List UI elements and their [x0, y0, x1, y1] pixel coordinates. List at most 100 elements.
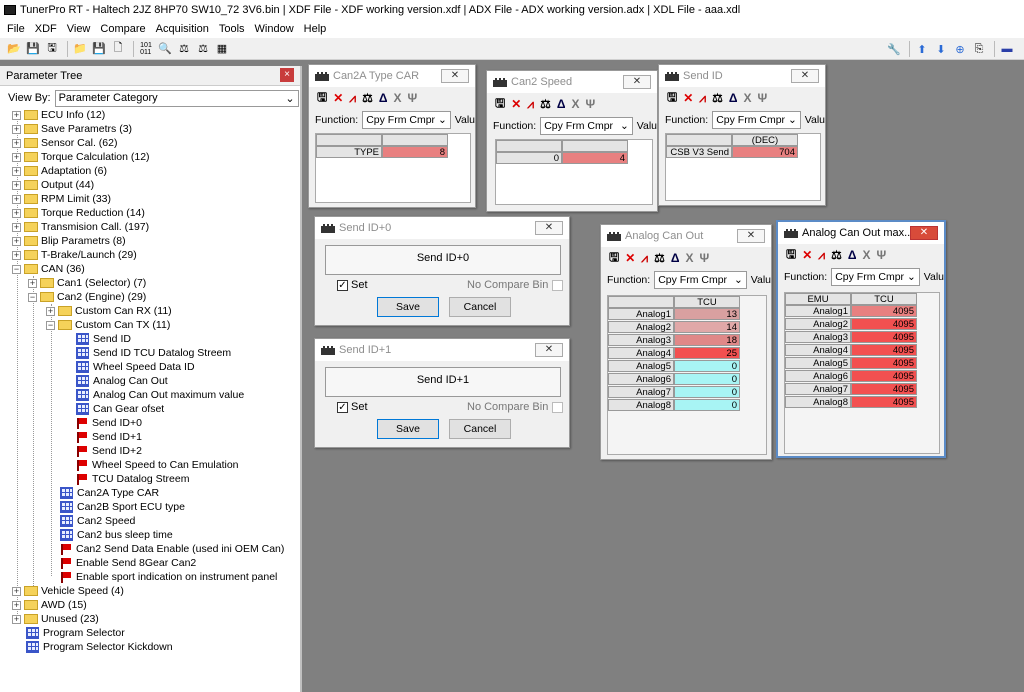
tree-item[interactable]: + AWD (15): [12, 598, 87, 612]
table-cell[interactable]: 4095: [851, 305, 917, 317]
tree-item[interactable]: Analog Can Out: [76, 374, 168, 388]
table-cell[interactable]: 4095: [851, 370, 917, 382]
save-icon[interactable]: 🖫: [495, 94, 505, 115]
table-cell[interactable]: 704: [732, 146, 798, 158]
expand-icon[interactable]: +: [12, 250, 21, 260]
clear-icon[interactable]: X: [743, 91, 751, 105]
new-document-icon[interactable]: 🗋: [110, 41, 126, 57]
table-cell[interactable]: 0: [674, 360, 740, 372]
compare-icon[interactable]: ⚖: [712, 91, 723, 105]
compare-icon[interactable]: ⚖: [176, 41, 192, 57]
compare-icon[interactable]: ⚖: [654, 251, 665, 265]
tree-item[interactable]: Send ID+2: [76, 444, 142, 458]
save-xdf-icon[interactable]: 💾: [91, 41, 107, 57]
close-x-icon[interactable]: ✕: [625, 251, 635, 265]
tree-item[interactable]: Can2 Speed: [60, 514, 135, 528]
save-as-icon[interactable]: 🖫: [44, 41, 60, 57]
menu-tools[interactable]: Tools: [214, 23, 250, 35]
tree-item[interactable]: Send ID+1: [76, 430, 142, 444]
tree-item[interactable]: + Torque Calculation (12): [12, 150, 150, 164]
expand-icon[interactable]: +: [12, 166, 21, 176]
collapse-icon[interactable]: −: [46, 320, 55, 330]
tree-item[interactable]: Can2B Sport ECU type: [60, 500, 185, 514]
expand-icon[interactable]: +: [12, 124, 21, 134]
collapse-icon[interactable]: −: [12, 264, 21, 274]
close-icon[interactable]: ✕: [910, 226, 938, 240]
close-icon[interactable]: ✕: [737, 229, 765, 243]
fork-icon[interactable]: Ψ: [876, 248, 886, 262]
close-x-icon[interactable]: ✕: [683, 91, 693, 105]
tree-item[interactable]: + Save Parametrs (3): [12, 122, 132, 136]
set-checkbox[interactable]: ✓ Set: [337, 401, 368, 413]
tree-item[interactable]: + Output (44): [12, 178, 94, 192]
clear-icon[interactable]: X: [685, 251, 693, 265]
tree-item[interactable]: Send ID TCU Datalog Streem: [76, 346, 231, 360]
collapse-icon[interactable]: −: [28, 292, 37, 302]
save-button[interactable]: Save: [377, 419, 439, 439]
table-cell[interactable]: 13: [674, 308, 740, 320]
cancel-button[interactable]: Cancel: [449, 297, 511, 317]
fork-icon[interactable]: Ψ: [585, 97, 595, 111]
expand-icon[interactable]: +: [12, 180, 21, 190]
save-button[interactable]: Save: [377, 297, 439, 317]
checkbox-checked-icon[interactable]: ✓: [337, 279, 348, 291]
save-icon[interactable]: 🖫: [786, 245, 796, 266]
cancel-button[interactable]: Cancel: [449, 419, 511, 439]
expand-icon[interactable]: +: [12, 194, 21, 204]
view-by-select[interactable]: Parameter Category ⌄: [54, 89, 299, 107]
expand-icon[interactable]: +: [12, 614, 21, 624]
expand-icon[interactable]: +: [12, 600, 21, 610]
table-cell[interactable]: 4095: [851, 357, 917, 369]
compare-icon[interactable]: ⚖: [831, 248, 842, 262]
menu-window[interactable]: Window: [250, 23, 299, 35]
open-xdf-icon[interactable]: 📁: [72, 41, 88, 57]
tree-item[interactable]: + Sensor Cal. (62): [12, 136, 117, 150]
tree-item[interactable]: + Transmision Call. (197): [12, 220, 149, 234]
table-cell[interactable]: 0: [674, 399, 740, 411]
tree-item[interactable]: + Blip Parametrs (8): [12, 234, 126, 248]
tree-item[interactable]: Can2 bus sleep time: [60, 528, 173, 542]
tree-item[interactable]: − Can2 (Engine) (29): [28, 290, 146, 304]
close-x-icon[interactable]: ✕: [333, 91, 343, 105]
function-select[interactable]: Cpy Frm Cmpr ⌄: [540, 117, 633, 135]
save-icon[interactable]: 🖫: [317, 88, 327, 109]
close-x-icon[interactable]: ✕: [511, 97, 521, 111]
table-cell[interactable]: 4: [562, 152, 628, 164]
clear-icon[interactable]: X: [862, 248, 870, 262]
close-icon[interactable]: ✕: [623, 75, 651, 89]
table-cell[interactable]: 4095: [851, 396, 917, 408]
graph-icon[interactable]: ⩘: [641, 251, 648, 266]
table-cell[interactable]: 4095: [851, 318, 917, 330]
save-icon[interactable]: 🖫: [667, 88, 677, 109]
tree-item[interactable]: + Can1 (Selector) (7): [28, 276, 146, 290]
tree-item[interactable]: + Adaptation (6): [12, 164, 107, 178]
close-icon[interactable]: ×: [280, 68, 294, 82]
tree-item[interactable]: Program Selector: [26, 626, 125, 640]
expand-icon[interactable]: +: [12, 138, 21, 148]
tree-item[interactable]: + RPM Limit (33): [12, 192, 111, 206]
no-compare-checkbox[interactable]: No Compare Bin: [467, 401, 566, 413]
menu-xdf[interactable]: XDF: [30, 23, 62, 35]
table-cell[interactable]: 4095: [851, 344, 917, 356]
expand-icon[interactable]: +: [12, 222, 21, 232]
function-select[interactable]: Cpy Frm Cmpr ⌄: [712, 111, 801, 129]
tree-item[interactable]: Enable sport indication on instrument pa…: [60, 570, 277, 584]
table-cell[interactable]: 18: [674, 334, 740, 346]
tree-item[interactable]: Wheel Speed Data ID: [76, 360, 195, 374]
tree-item[interactable]: − CAN (36): [12, 262, 85, 276]
graph-icon[interactable]: ⩘: [699, 91, 706, 106]
expand-icon[interactable]: +: [12, 110, 21, 120]
tree-item[interactable]: Send ID: [76, 332, 131, 346]
fork-icon[interactable]: Ψ: [407, 91, 417, 105]
graph-icon[interactable]: ⩘: [818, 248, 825, 263]
menu-file[interactable]: File: [2, 23, 30, 35]
table-cell[interactable]: 4095: [851, 383, 917, 395]
fork-icon[interactable]: Ψ: [757, 91, 767, 105]
graph-icon[interactable]: ⩘: [527, 97, 534, 112]
compare-bin-icon[interactable]: ⚖: [195, 41, 211, 57]
function-select[interactable]: Cpy Frm Cmpr ⌄: [362, 111, 451, 129]
tree-item[interactable]: + Vehicle Speed (4): [12, 584, 124, 598]
close-icon[interactable]: ✕: [441, 69, 469, 83]
compare-icon[interactable]: ⚖: [540, 97, 551, 111]
hex-view-icon[interactable]: 101 011: [138, 41, 154, 57]
